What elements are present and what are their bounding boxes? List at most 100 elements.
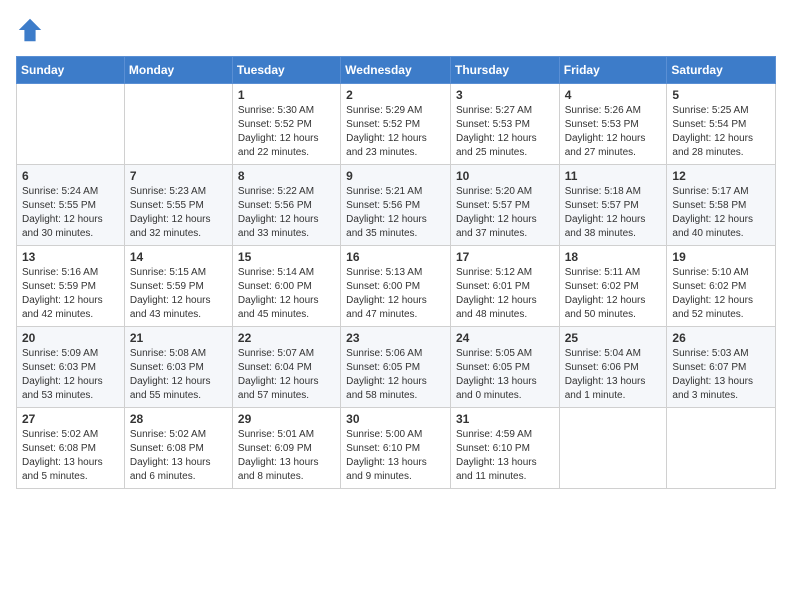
calendar-cell: 11Sunrise: 5:18 AM Sunset: 5:57 PM Dayli… [559, 165, 667, 246]
day-number: 25 [565, 331, 662, 345]
day-number: 31 [456, 412, 554, 426]
day-info: Sunrise: 5:06 AM Sunset: 6:05 PM Dayligh… [346, 347, 445, 403]
day-info: Sunrise: 5:12 AM Sunset: 6:01 PM Dayligh… [456, 266, 554, 322]
day-info: Sunrise: 5:00 AM Sunset: 6:10 PM Dayligh… [346, 428, 445, 484]
calendar-cell: 20 Sunrise: 5:09 AM Sunset: 6:03 PM Dayli… [17, 327, 125, 408]
logo-icon [16, 16, 44, 44]
calendar-cell: 23 Sunrise: 5:06 AM Sunset: 6:05 PM Dayli… [341, 327, 451, 408]
day-number: 12 [672, 169, 770, 183]
calendar-week-row: 27Sunrise: 5:02 AM Sunset: 6:08 PM Dayli… [17, 408, 776, 489]
calendar-cell: 1 Sunrise: 5:30 AM Sunset: 5:52 PM Daylig… [232, 84, 340, 165]
day-number: 1 [238, 88, 335, 102]
calendar-cell: 13 Sunrise: 5:16 AM Sunset: 5:59 PM Dayli… [17, 246, 125, 327]
day-info: Sunrise: 4:59 AM Sunset: 6:10 PM Dayligh… [456, 428, 554, 484]
day-info: Sunrise: 5:29 AM Sunset: 5:52 PM Dayligh… [346, 104, 445, 160]
calendar-cell: 12Sunrise: 5:17 AM Sunset: 5:58 PM Dayli… [667, 165, 776, 246]
day-number: 28 [130, 412, 227, 426]
calendar-cell [667, 408, 776, 489]
day-number: 9 [346, 169, 445, 183]
calendar-cell: 14 Sunrise: 5:15 AM Sunset: 5:59 PM Dayli… [124, 246, 232, 327]
calendar-cell: 9 Sunrise: 5:21 AM Sunset: 5:56 PM Daylig… [341, 165, 451, 246]
day-info: Sunrise: 5:20 AM Sunset: 5:57 PM Dayligh… [456, 185, 554, 241]
calendar: SundayMondayTuesdayWednesdayThursdayFrid… [16, 56, 776, 489]
page-header [16, 16, 776, 44]
day-number: 24 [456, 331, 554, 345]
day-info: Sunrise: 5:13 AM Sunset: 6:00 PM Dayligh… [346, 266, 445, 322]
calendar-cell: 8 Sunrise: 5:22 AM Sunset: 5:56 PM Daylig… [232, 165, 340, 246]
day-number: 29 [238, 412, 335, 426]
calendar-week-row: 1 Sunrise: 5:30 AM Sunset: 5:52 PM Daylig… [17, 84, 776, 165]
day-number: 21 [130, 331, 227, 345]
calendar-cell: 29Sunrise: 5:01 AM Sunset: 6:09 PM Dayli… [232, 408, 340, 489]
day-number: 16 [346, 250, 445, 264]
header-friday: Friday [559, 57, 667, 84]
header-thursday: Thursday [450, 57, 559, 84]
day-number: 30 [346, 412, 445, 426]
header-tuesday: Tuesday [232, 57, 340, 84]
calendar-week-row: 6Sunrise: 5:24 AM Sunset: 5:55 PM Daylig… [17, 165, 776, 246]
calendar-header-row: SundayMondayTuesdayWednesdayThursdayFrid… [17, 57, 776, 84]
day-number: 26 [672, 331, 770, 345]
calendar-cell: 10 Sunrise: 5:20 AM Sunset: 5:57 PM Dayli… [450, 165, 559, 246]
day-info: Sunrise: 5:15 AM Sunset: 5:59 PM Dayligh… [130, 266, 227, 322]
calendar-cell [124, 84, 232, 165]
day-info: Sunrise: 5:14 AM Sunset: 6:00 PM Dayligh… [238, 266, 335, 322]
day-info: Sunrise: 5:09 AM Sunset: 6:03 PM Dayligh… [22, 347, 119, 403]
day-number: 14 [130, 250, 227, 264]
day-number: 18 [565, 250, 662, 264]
day-info: Sunrise: 5:23 AM Sunset: 5:55 PM Dayligh… [130, 185, 227, 241]
calendar-cell: 16 Sunrise: 5:13 AM Sunset: 6:00 PM Dayli… [341, 246, 451, 327]
day-number: 2 [346, 88, 445, 102]
day-info: Sunrise: 5:22 AM Sunset: 5:56 PM Dayligh… [238, 185, 335, 241]
calendar-cell: 7 Sunrise: 5:23 AM Sunset: 5:55 PM Daylig… [124, 165, 232, 246]
calendar-cell: 5 Sunrise: 5:25 AM Sunset: 5:54 PM Daylig… [667, 84, 776, 165]
day-number: 15 [238, 250, 335, 264]
calendar-cell [17, 84, 125, 165]
calendar-cell: 2 Sunrise: 5:29 AM Sunset: 5:52 PM Daylig… [341, 84, 451, 165]
calendar-cell: 19Sunrise: 5:10 AM Sunset: 6:02 PM Dayli… [667, 246, 776, 327]
calendar-cell: 25Sunrise: 5:04 AM Sunset: 6:06 PM Dayli… [559, 327, 667, 408]
calendar-cell: 18 Sunrise: 5:11 AM Sunset: 6:02 PM Dayli… [559, 246, 667, 327]
day-info: Sunrise: 5:02 AM Sunset: 6:08 PM Dayligh… [22, 428, 119, 484]
calendar-cell: 28 Sunrise: 5:02 AM Sunset: 6:08 PM Dayli… [124, 408, 232, 489]
day-number: 23 [346, 331, 445, 345]
day-info: Sunrise: 5:25 AM Sunset: 5:54 PM Dayligh… [672, 104, 770, 160]
calendar-cell: 31 Sunrise: 4:59 AM Sunset: 6:10 PM Dayli… [450, 408, 559, 489]
day-info: Sunrise: 5:07 AM Sunset: 6:04 PM Dayligh… [238, 347, 335, 403]
day-number: 10 [456, 169, 554, 183]
day-number: 19 [672, 250, 770, 264]
header-sunday: Sunday [17, 57, 125, 84]
day-info: Sunrise: 5:26 AM Sunset: 5:53 PM Dayligh… [565, 104, 662, 160]
calendar-cell: 21 Sunrise: 5:08 AM Sunset: 6:03 PM Dayli… [124, 327, 232, 408]
day-info: Sunrise: 5:02 AM Sunset: 6:08 PM Dayligh… [130, 428, 227, 484]
calendar-week-row: 20 Sunrise: 5:09 AM Sunset: 6:03 PM Dayli… [17, 327, 776, 408]
day-number: 17 [456, 250, 554, 264]
day-info: Sunrise: 5:08 AM Sunset: 6:03 PM Dayligh… [130, 347, 227, 403]
calendar-cell: 17 Sunrise: 5:12 AM Sunset: 6:01 PM Dayli… [450, 246, 559, 327]
header-saturday: Saturday [667, 57, 776, 84]
header-wednesday: Wednesday [341, 57, 451, 84]
day-info: Sunrise: 5:03 AM Sunset: 6:07 PM Dayligh… [672, 347, 770, 403]
day-number: 13 [22, 250, 119, 264]
day-number: 5 [672, 88, 770, 102]
day-number: 11 [565, 169, 662, 183]
calendar-cell: 27Sunrise: 5:02 AM Sunset: 6:08 PM Dayli… [17, 408, 125, 489]
day-number: 22 [238, 331, 335, 345]
day-number: 8 [238, 169, 335, 183]
day-info: Sunrise: 5:24 AM Sunset: 5:55 PM Dayligh… [22, 185, 119, 241]
day-info: Sunrise: 5:27 AM Sunset: 5:53 PM Dayligh… [456, 104, 554, 160]
day-number: 7 [130, 169, 227, 183]
calendar-cell: 24Sunrise: 5:05 AM Sunset: 6:05 PM Dayli… [450, 327, 559, 408]
calendar-cell: 4 Sunrise: 5:26 AM Sunset: 5:53 PM Daylig… [559, 84, 667, 165]
day-info: Sunrise: 5:11 AM Sunset: 6:02 PM Dayligh… [565, 266, 662, 322]
day-info: Sunrise: 5:21 AM Sunset: 5:56 PM Dayligh… [346, 185, 445, 241]
calendar-cell: 15 Sunrise: 5:14 AM Sunset: 6:00 PM Dayli… [232, 246, 340, 327]
day-number: 20 [22, 331, 119, 345]
day-info: Sunrise: 5:16 AM Sunset: 5:59 PM Dayligh… [22, 266, 119, 322]
header-monday: Monday [124, 57, 232, 84]
day-number: 3 [456, 88, 554, 102]
day-number: 4 [565, 88, 662, 102]
calendar-cell [559, 408, 667, 489]
day-info: Sunrise: 5:30 AM Sunset: 5:52 PM Dayligh… [238, 104, 335, 160]
calendar-cell: 30 Sunrise: 5:00 AM Sunset: 6:10 PM Dayli… [341, 408, 451, 489]
